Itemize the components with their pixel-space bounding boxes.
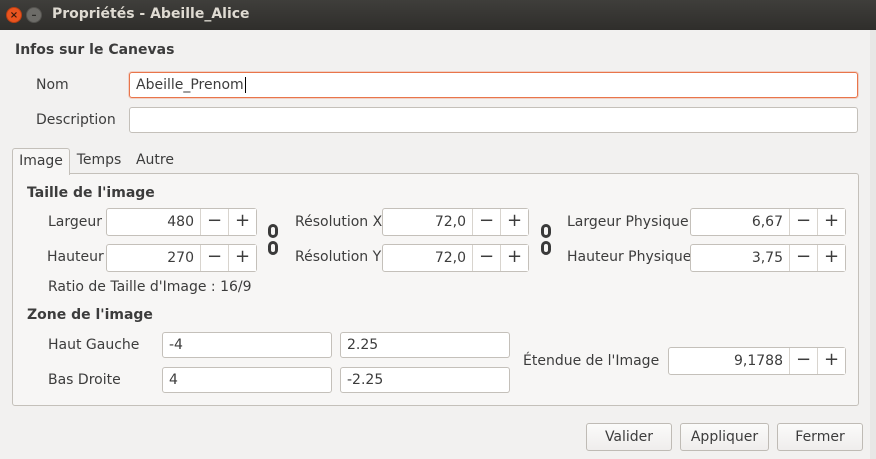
resolution-link-chain-icon[interactable]	[541, 224, 551, 256]
window-right-border	[870, 30, 876, 459]
physical-height-increment-button[interactable]: +	[817, 245, 845, 271]
width-increment-button[interactable]: +	[228, 209, 256, 235]
physical-height-label: Hauteur Physique	[567, 249, 692, 265]
height-stepper[interactable]: 270 − +	[106, 244, 257, 272]
bottom-right-y-field[interactable]: -2.25	[340, 367, 510, 393]
bottom-right-label: Bas Droite	[48, 372, 121, 388]
physical-height-stepper[interactable]: 3,75 − +	[690, 244, 846, 272]
text-caret	[244, 77, 246, 93]
image-area-heading: Zone de l'image	[27, 307, 153, 323]
height-label: Hauteur	[47, 249, 104, 265]
window-minimize-icon[interactable]: –	[26, 7, 42, 23]
width-label: Largeur	[48, 214, 103, 230]
resolution-x-label: Résolution X	[295, 214, 383, 230]
top-left-x-field[interactable]: -4	[162, 332, 332, 358]
height-decrement-button[interactable]: −	[200, 245, 228, 271]
resolution-x-stepper[interactable]: 72,0 − +	[382, 208, 529, 236]
physical-width-decrement-button[interactable]: −	[789, 209, 817, 235]
height-value[interactable]: 270	[107, 245, 200, 271]
size-link-chain-icon[interactable]	[268, 224, 278, 256]
image-span-stepper[interactable]: 9,1788 − +	[668, 347, 846, 375]
resolution-y-stepper[interactable]: 72,0 − +	[382, 244, 529, 272]
resolution-y-increment-button[interactable]: +	[500, 245, 528, 271]
top-left-label: Haut Gauche	[48, 337, 140, 353]
ok-button[interactable]: Valider	[586, 423, 672, 451]
image-span-decrement-button[interactable]: −	[789, 348, 817, 374]
physical-width-stepper[interactable]: 6,67 − +	[690, 208, 846, 236]
window-close-icon[interactable]: ×	[6, 7, 22, 23]
name-field[interactable]: Abeille_Prenom	[129, 72, 858, 98]
canvas-info-heading: Infos sur le Canevas	[15, 42, 175, 58]
name-field-value: Abeille_Prenom	[136, 77, 244, 93]
tab-image[interactable]: Image	[12, 148, 70, 175]
physical-width-increment-button[interactable]: +	[817, 209, 845, 235]
close-button[interactable]: Fermer	[777, 423, 863, 451]
width-value[interactable]: 480	[107, 209, 200, 235]
title-bar: × – Propriétés - Abeille_Alice	[0, 0, 876, 30]
image-span-increment-button[interactable]: +	[817, 348, 845, 374]
image-span-label: Étendue de l'Image	[523, 353, 660, 369]
resolution-x-decrement-button[interactable]: −	[472, 209, 500, 235]
physical-width-label: Largeur Physique	[567, 214, 689, 230]
resolution-y-value[interactable]: 72,0	[383, 245, 472, 271]
height-increment-button[interactable]: +	[228, 245, 256, 271]
description-field[interactable]	[129, 107, 858, 133]
tab-temps[interactable]: Temps	[72, 148, 126, 174]
physical-height-value[interactable]: 3,75	[691, 245, 789, 271]
image-span-value[interactable]: 9,1788	[669, 348, 789, 374]
top-left-y-field[interactable]: 2.25	[340, 332, 510, 358]
resolution-y-label: Résolution Y	[295, 249, 382, 265]
bottom-right-x-field[interactable]: 4	[162, 367, 332, 393]
tab-autre[interactable]: Autre	[129, 148, 181, 174]
name-label: Nom	[36, 77, 69, 93]
image-size-heading: Taille de l'image	[27, 185, 155, 201]
width-decrement-button[interactable]: −	[200, 209, 228, 235]
width-stepper[interactable]: 480 − +	[106, 208, 257, 236]
aspect-ratio-text: Ratio de Taille d'Image : 16/9	[48, 279, 252, 295]
apply-button[interactable]: Appliquer	[680, 423, 769, 451]
description-label: Description	[36, 112, 116, 128]
resolution-x-value[interactable]: 72,0	[383, 209, 472, 235]
resolution-y-decrement-button[interactable]: −	[472, 245, 500, 271]
physical-height-decrement-button[interactable]: −	[789, 245, 817, 271]
physical-width-value[interactable]: 6,67	[691, 209, 789, 235]
window-title: Propriétés - Abeille_Alice	[52, 6, 250, 22]
resolution-x-increment-button[interactable]: +	[500, 209, 528, 235]
